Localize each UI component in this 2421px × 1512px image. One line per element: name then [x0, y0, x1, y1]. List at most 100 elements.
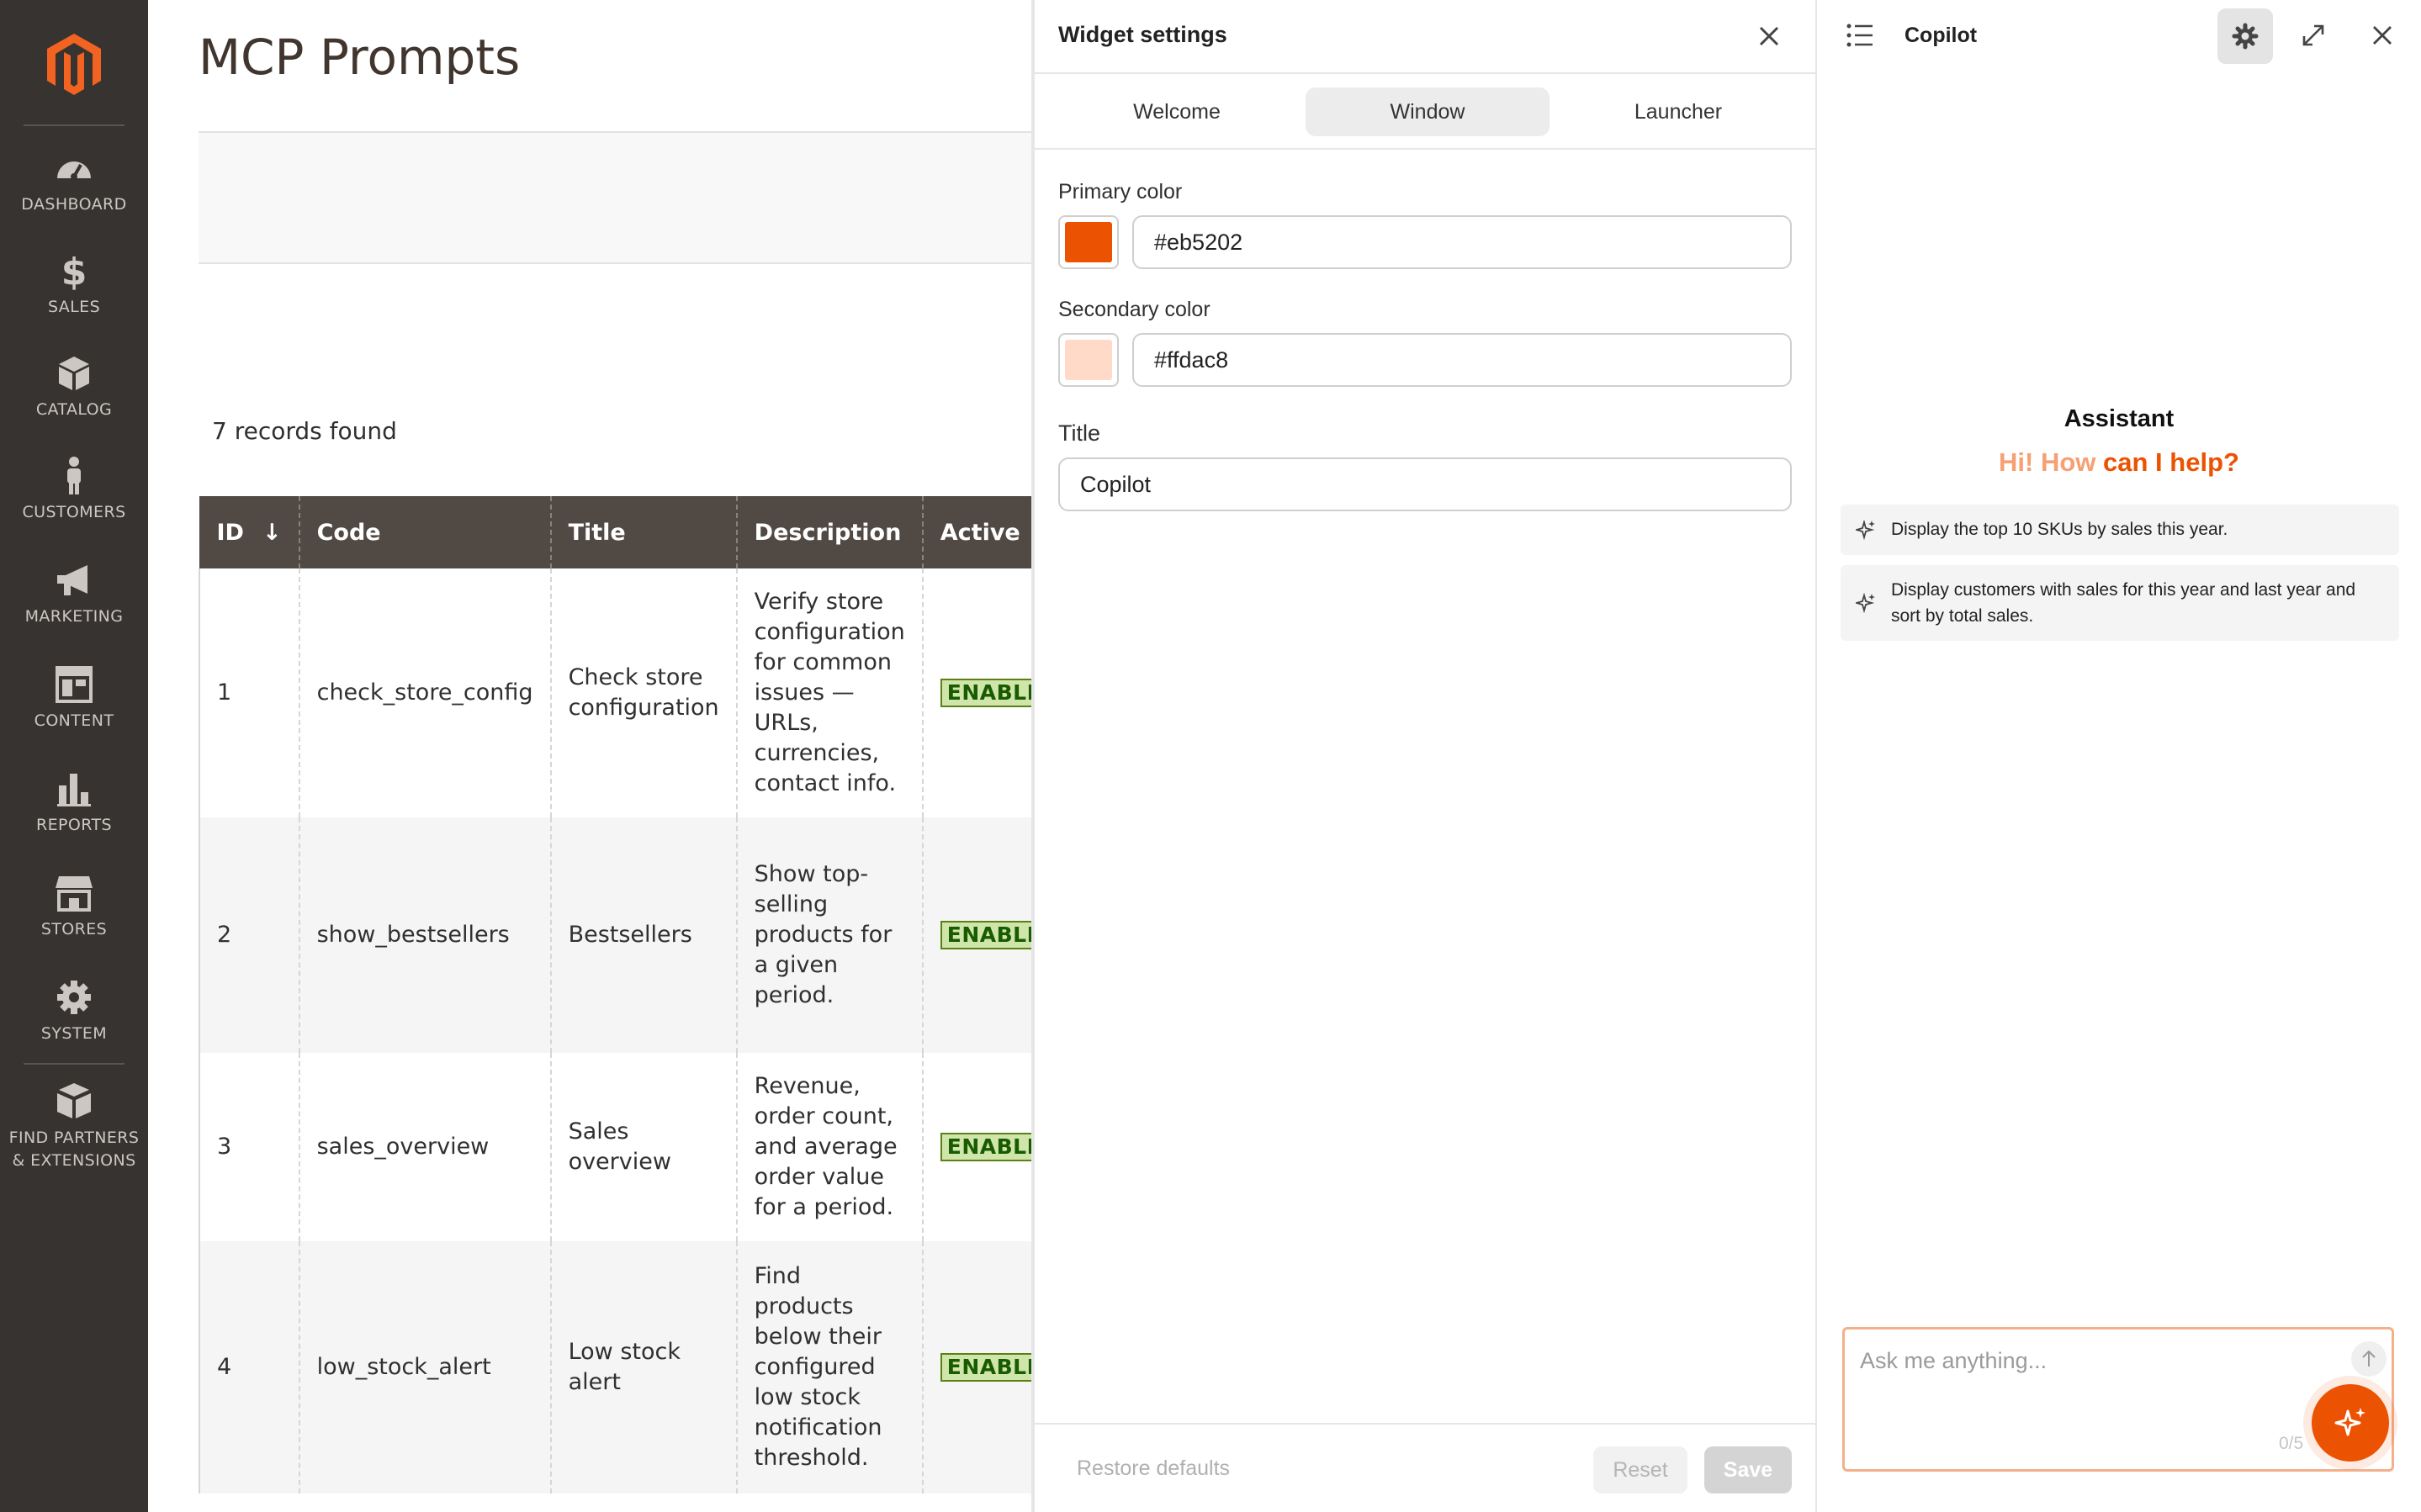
table-row[interactable]: 2 show_bestsellers Bestsellers Show top-…	[199, 817, 1031, 1053]
dollar-icon: $	[61, 251, 87, 291]
suggestion-text: Display customers with sales for this ye…	[1891, 580, 2356, 626]
cell-title: Check store configuration	[549, 568, 737, 817]
secondary-color-label: Secondary color	[1058, 298, 1210, 321]
tabs-divider	[1035, 148, 1815, 150]
nav-item-sales[interactable]: $ SALES	[0, 251, 148, 318]
cell-active: ENABLED	[921, 1053, 1031, 1241]
nav-item-stores[interactable]: STORES	[0, 873, 148, 940]
status-badge: ENABLED	[940, 1353, 1031, 1382]
nav-divider	[24, 1063, 124, 1065]
save-button[interactable]: Save	[1704, 1446, 1792, 1493]
layout-icon	[56, 666, 93, 703]
send-button[interactable]	[2351, 1341, 2387, 1377]
nav-item-content[interactable]: CONTENT	[0, 664, 148, 732]
gear-icon	[57, 981, 91, 1014]
greeting-text: Hi! How can I help?	[1817, 447, 2421, 478]
svg-text:$: $	[61, 251, 87, 291]
boxes-icon	[57, 1083, 91, 1118]
table-row[interactable]: 4 low_stock_alert Low stock alert Find p…	[199, 1241, 1031, 1493]
primary-color-label: Primary color	[1058, 180, 1183, 204]
expand-icon[interactable]	[2300, 22, 2327, 49]
nav-label: DASHBOARD	[21, 195, 127, 214]
cell-id: 2	[199, 817, 299, 1053]
cell-active: ENABLED	[921, 568, 1031, 817]
nav-item-system[interactable]: SYSTEM	[0, 977, 148, 1044]
copilot-launcher-button[interactable]	[2312, 1384, 2389, 1462]
column-header-label: Code	[316, 519, 381, 546]
column-header-label: Title	[568, 519, 626, 546]
megaphone-icon	[57, 565, 87, 595]
primary-color-swatch[interactable]	[1058, 215, 1119, 269]
chat-input-placeholder[interactable]: Ask me anything...	[1860, 1348, 2047, 1374]
secondary-color-swatch[interactable]	[1058, 333, 1119, 387]
primary-color-fill	[1065, 222, 1112, 262]
records-count: 7 records found	[212, 417, 397, 445]
cell-code: check_store_config	[298, 568, 551, 817]
secondary-color-input[interactable]	[1132, 333, 1792, 387]
tab-launcher[interactable]: Launcher	[1556, 87, 1800, 136]
tab-welcome[interactable]: Welcome	[1055, 87, 1299, 136]
widget-settings-panel: Widget settings Welcome Window Launcher …	[1031, 0, 1817, 1512]
column-header-code[interactable]: Code	[298, 496, 551, 568]
nav-label: CONTENT	[34, 711, 114, 730]
suggestion-text: Display the top 10 SKUs by sales this ye…	[1891, 520, 2228, 539]
settings-header: Widget settings	[1035, 0, 1815, 74]
column-header-label: ID	[216, 519, 244, 546]
bar-chart-icon	[57, 774, 91, 806]
cell-id: 4	[199, 1241, 299, 1493]
reset-button[interactable]: Reset	[1593, 1446, 1687, 1493]
sparkle-icon	[1856, 520, 1875, 540]
status-badge: ENABLED	[940, 1133, 1031, 1161]
nav-label: REPORTS	[36, 816, 112, 834]
cell-code: sales_overview	[298, 1053, 551, 1241]
column-header-label: Active	[940, 519, 1020, 546]
admin-sidebar: DASHBOARD $ SALES CATALOG CUSTOMERS MARK…	[0, 0, 148, 1512]
nav-label: STORES	[40, 920, 108, 938]
settings-button[interactable]	[2217, 8, 2273, 64]
title-input[interactable]	[1058, 457, 1792, 511]
status-badge: ENABLED	[940, 921, 1031, 949]
nav-divider	[24, 124, 124, 126]
nav-item-catalog[interactable]: CATALOG	[0, 353, 148, 420]
gear-icon	[2232, 23, 2259, 50]
cell-active: ENABLED	[921, 1241, 1031, 1493]
cell-description: Find products below their configured low…	[735, 1241, 923, 1493]
column-header-id[interactable]: ID ↓	[199, 496, 299, 568]
settings-tabs: Welcome Window Launcher	[1046, 87, 1804, 138]
cell-code: low_stock_alert	[298, 1241, 551, 1493]
column-header-active[interactable]: Active	[921, 496, 1031, 568]
settings-title: Widget settings	[1058, 22, 1227, 47]
primary-color-input[interactable]	[1132, 215, 1792, 269]
cell-title: Low stock alert	[549, 1241, 737, 1493]
dashboard-icon	[57, 161, 91, 180]
column-header-description[interactable]: Description	[735, 496, 923, 568]
close-icon[interactable]	[2369, 22, 2396, 49]
storefront-icon	[56, 876, 93, 912]
table-row[interactable]: 1 check_store_config Check store configu…	[199, 568, 1031, 817]
settings-footer: Restore defaults Reset Save	[1035, 1423, 1815, 1512]
restore-defaults-button[interactable]: Restore defaults	[1077, 1456, 1230, 1481]
suggestion-item[interactable]: Display customers with sales for this ye…	[1841, 565, 2399, 641]
cell-title: Bestsellers	[549, 817, 737, 1053]
cell-id: 1	[199, 568, 299, 817]
nav-item-marketing[interactable]: MARKETING	[0, 560, 148, 627]
nav-label: CUSTOMERS	[22, 503, 126, 521]
cell-description: Verify store configuration for common is…	[735, 568, 923, 817]
greeting-suffix: can I help?	[2103, 447, 2239, 477]
table-row[interactable]: 3 sales_overview Sales overview Revenue,…	[199, 1053, 1031, 1241]
suggestion-item[interactable]: Display the top 10 SKUs by sales this ye…	[1841, 505, 2399, 555]
magento-logo-icon[interactable]	[40, 30, 108, 98]
column-header-title[interactable]: Title	[549, 496, 737, 568]
tab-window[interactable]: Window	[1306, 87, 1550, 136]
nav-item-partners[interactable]: FIND PARTNERS & EXTENSIONS	[0, 1081, 148, 1172]
chat-composer[interactable]: Ask me anything... 0/5	[1842, 1327, 2394, 1472]
char-counter: 0/5	[2279, 1434, 2304, 1453]
nav-label: CATALOG	[35, 400, 113, 419]
nav-item-reports[interactable]: REPORTS	[0, 769, 148, 836]
nav-item-dashboard[interactable]: DASHBOARD	[0, 148, 148, 215]
nav-item-customers[interactable]: CUSTOMERS	[0, 456, 148, 523]
close-icon[interactable]	[1755, 22, 1783, 50]
list-menu-icon[interactable]	[1846, 22, 1874, 49]
cell-id: 3	[199, 1053, 299, 1241]
sparkle-icon	[2334, 1408, 2365, 1436]
